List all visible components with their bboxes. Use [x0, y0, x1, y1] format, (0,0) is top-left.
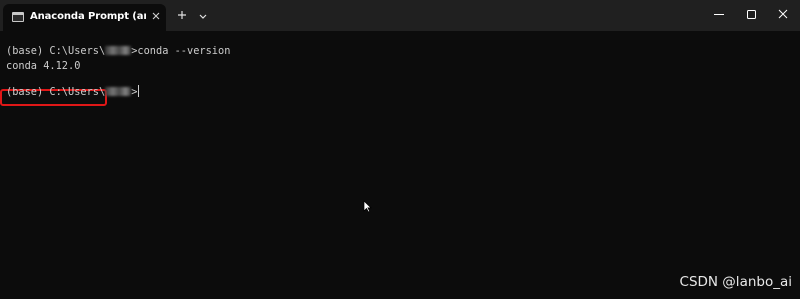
tab-anaconda-prompt[interactable]: Anaconda Prompt (anaconda)	[3, 4, 166, 31]
terminal-window: Anaconda Prompt (anaconda)	[0, 0, 800, 299]
plus-icon	[178, 11, 186, 19]
watermark: CSDN @lanbo_ai	[679, 274, 792, 290]
tab-close-button[interactable]	[149, 9, 163, 23]
text-cursor	[138, 85, 140, 97]
close-icon	[152, 12, 160, 20]
tab-dropdown-button[interactable]	[196, 8, 210, 22]
prompt-prefix: (base) C:\Users\	[6, 86, 106, 98]
maximize-button[interactable]	[736, 0, 766, 30]
terminal-icon	[12, 12, 24, 22]
new-tab-button[interactable]	[175, 8, 189, 22]
close-window-button[interactable]	[768, 0, 798, 30]
title-bar[interactable]: Anaconda Prompt (anaconda)	[0, 0, 800, 31]
chevron-down-icon	[199, 14, 207, 19]
prompt-suffix: >	[131, 86, 138, 98]
minimize-button[interactable]	[704, 0, 734, 30]
prompt-prefix: (base) C:\Users\	[6, 45, 106, 57]
version-output: conda 4.12.0	[6, 60, 81, 72]
redacted-username	[105, 87, 132, 96]
redacted-username	[105, 46, 132, 55]
minimize-icon	[714, 14, 724, 15]
terminal-output[interactable]: (base) C:\Users\ >conda --version conda 4…	[0, 31, 800, 299]
tab-title: Anaconda Prompt (anaconda)	[30, 11, 146, 22]
command-line-1: (base) C:\Users\ >conda --version	[6, 45, 230, 58]
close-icon	[778, 9, 788, 19]
mouse-pointer-icon	[363, 200, 372, 213]
command-text: >conda --version	[131, 45, 231, 57]
command-line-2: (base) C:\Users\ >	[6, 85, 140, 99]
maximize-icon	[747, 10, 756, 19]
